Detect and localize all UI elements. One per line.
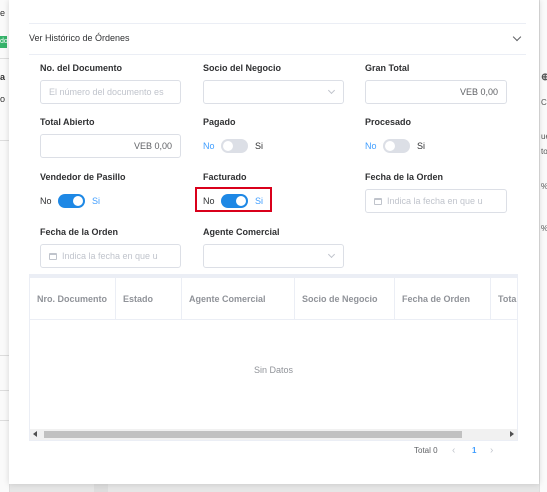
chevron-down-icon: [327, 86, 336, 95]
business-partner-label: Socio del Negocio: [203, 63, 282, 73]
switch-knob: [385, 141, 395, 151]
switch-track[interactable]: [58, 194, 85, 208]
order-date-label: Fecha de la Orden: [365, 172, 444, 182]
aisle-seller-switch[interactable]: No Si: [40, 194, 110, 208]
order-date-input[interactable]: Indica la fecha en que u: [365, 189, 507, 213]
switch-on-text: Si: [92, 196, 101, 206]
horizontal-scrollbar[interactable]: [30, 429, 517, 440]
collapse-title: Ver Histórico de Órdenes: [29, 33, 130, 43]
order-date-label: Fecha de la Orden: [40, 227, 119, 237]
open-total-input[interactable]: VEB 0,00: [40, 134, 181, 158]
document-number-label: No. del Documento: [40, 63, 123, 73]
orders-table: Nro. Documento Estado Agente Comercial S…: [29, 274, 518, 441]
sales-agent-label: Agente Comercial: [203, 227, 280, 237]
add-icon: ⊕: [541, 72, 547, 83]
background-fragment: %: [541, 182, 547, 191]
switch-knob: [73, 196, 83, 206]
grand-total-label: Gran Total: [365, 63, 410, 73]
column-header[interactable]: Fecha de Orden: [395, 278, 491, 320]
table-header: Nro. Documento Estado Agente Comercial S…: [30, 275, 517, 320]
background-fragment: C: [541, 98, 547, 107]
switch-off-text: No: [365, 141, 377, 151]
invoiced-switch[interactable]: No Si: [203, 194, 273, 208]
background-fragment: %: [541, 224, 547, 233]
background-fragment: ue: [541, 132, 547, 141]
order-history-collapse-header[interactable]: Ver Histórico de Órdenes: [29, 32, 526, 47]
column-header[interactable]: Nro. Documento: [30, 278, 116, 320]
background-fragment: e: [0, 8, 6, 18]
background-fragment: a: [0, 72, 6, 82]
switch-off-text: No: [203, 141, 215, 151]
order-date-placeholder: Indica la fecha en que u: [387, 196, 483, 206]
background-app-right: ⊕ C ue to % %: [539, 0, 547, 492]
switch-track[interactable]: [221, 139, 248, 153]
sales-agent-select[interactable]: [203, 244, 344, 268]
pagination-total: Total 0: [414, 446, 438, 455]
column-header[interactable]: Socio de Negocio: [295, 278, 395, 320]
column-header[interactable]: Estado: [116, 278, 182, 320]
invoiced-label: Facturado: [203, 172, 247, 182]
processed-label: Procesado: [365, 117, 412, 127]
paid-label: Pagado: [203, 117, 236, 127]
background-fragment: do: [0, 36, 8, 48]
switch-track[interactable]: [383, 139, 410, 153]
switch-track[interactable]: [221, 194, 248, 208]
grand-total-input[interactable]: VEB 0,00: [365, 80, 507, 104]
switch-knob: [236, 196, 246, 206]
chevron-down-icon[interactable]: [512, 32, 522, 42]
order-history-dialog: Ver Histórico de Órdenes No. del Documen…: [9, 0, 539, 484]
order-date-placeholder: Indica la fecha en que u: [62, 251, 158, 261]
document-number-input[interactable]: El número del documento es: [40, 80, 181, 104]
page-number[interactable]: 1: [472, 446, 476, 455]
scroll-left-icon[interactable]: [33, 431, 37, 437]
background-fragment: to: [541, 147, 547, 156]
calendar-icon: [374, 198, 382, 205]
column-header[interactable]: Agente Comercial: [182, 278, 295, 320]
scrollbar-thumb[interactable]: [44, 431, 462, 438]
next-page-button[interactable]: ›: [490, 446, 493, 456]
aisle-seller-label: Vendedor de Pasillo: [40, 172, 126, 182]
calendar-icon: [49, 253, 57, 260]
switch-off-text: No: [203, 196, 215, 206]
switch-on-text: Si: [255, 196, 264, 206]
background-fragment: o: [0, 94, 6, 104]
empty-message: Sin Datos: [253, 365, 294, 375]
switch-on-text: Si: [417, 141, 426, 151]
switch-on-text: Si: [255, 141, 264, 151]
chevron-down-icon: [327, 250, 336, 259]
pagination: Total 0 ‹ 1 ›: [414, 446, 504, 458]
processed-switch[interactable]: No Si: [365, 139, 435, 153]
column-header[interactable]: Total: [491, 278, 517, 320]
prev-page-button[interactable]: ‹: [452, 446, 455, 456]
switch-off-text: No: [40, 196, 52, 206]
business-partner-select[interactable]: [203, 80, 344, 104]
background-fragment: [94, 484, 108, 492]
order-date-input[interactable]: Indica la fecha en que u: [40, 244, 181, 268]
open-total-label: Total Abierto: [40, 117, 95, 127]
switch-knob: [223, 141, 233, 151]
scroll-right-icon[interactable]: [510, 431, 514, 437]
paid-switch[interactable]: No Si: [203, 139, 273, 153]
divider: [29, 54, 526, 55]
divider: [29, 23, 526, 24]
